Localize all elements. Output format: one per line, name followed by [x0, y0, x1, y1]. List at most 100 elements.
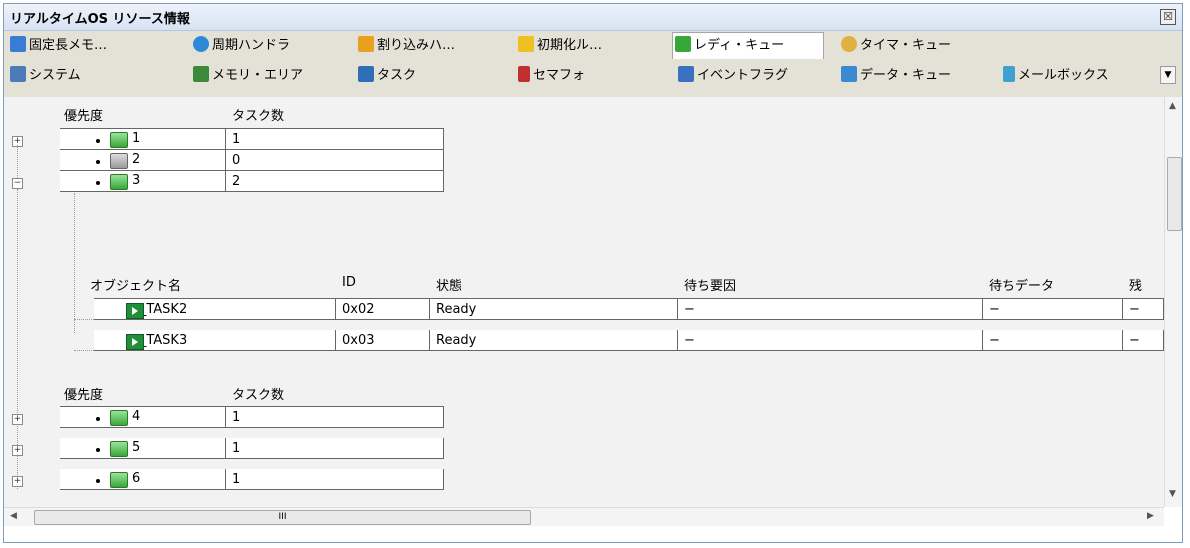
tab-mailbox[interactable]: メールボックス — [1001, 63, 1109, 89]
tab-label: 初期化ル… — [537, 38, 603, 53]
task-remaining-cell: − — [1123, 299, 1164, 320]
tree-line — [17, 189, 18, 489]
column-header-priority: 優先度 — [64, 109, 104, 124]
tab-label: メモリ・エリア — [212, 68, 304, 83]
tab-eventflag[interactable]: イベントフラグ — [676, 63, 788, 89]
task-id-cell: 0x02 — [336, 299, 430, 320]
tab-task[interactable]: タスク — [356, 63, 416, 89]
bullet-icon — [96, 479, 100, 483]
priority-value: 3 — [132, 173, 141, 188]
cyclic-handler-icon — [193, 36, 209, 52]
scroll-up-icon[interactable]: ▲ — [1169, 101, 1176, 111]
bullet-icon — [96, 139, 100, 143]
bullet-icon — [96, 160, 100, 164]
column-header-task-count: タスク数 — [232, 109, 285, 124]
collapse-icon[interactable]: − — [12, 178, 23, 189]
memory-area-icon — [193, 66, 209, 82]
tab-interrupt-handler[interactable]: 割り込みハ… — [356, 33, 455, 59]
tab-label: タイマ・キュー — [860, 38, 952, 53]
task-count-cell: 1 — [226, 438, 444, 459]
priority-value: 5 — [132, 440, 141, 455]
data-queue-icon — [841, 66, 857, 82]
scroll-down-icon[interactable]: ▼ — [1169, 489, 1176, 499]
task-count-cell: 1 — [226, 129, 444, 150]
tab-timer-queue[interactable]: タイマ・キュー — [839, 33, 951, 59]
system-icon — [10, 66, 26, 82]
task-wait-data-cell: − — [983, 330, 1123, 351]
tab-label: 割り込みハ… — [377, 38, 456, 53]
bullet-icon — [96, 448, 100, 452]
column-header-priority: 優先度 — [64, 388, 104, 403]
tab-label: 周期ハンドラ — [212, 38, 291, 53]
tab-label: イベントフラグ — [697, 68, 789, 83]
memory-icon — [10, 36, 26, 52]
horizontal-scroll-thumb[interactable]: III — [34, 510, 531, 525]
column-header-wait-factor: 待ち要因 — [684, 279, 737, 294]
bullet-icon — [96, 417, 100, 421]
table-row-priority-cell[interactable] — [60, 407, 226, 428]
tab-strip: 固定長メモ… 周期ハンドラ 割り込みハ… 初期化ル… レディ・キュー タイマ・キ… — [4, 31, 1182, 97]
ready-task-icon — [110, 441, 128, 457]
horizontal-scrollbar[interactable]: ◀ III ▶ — [4, 507, 1164, 526]
vertical-scroll-thumb[interactable] — [1167, 157, 1182, 231]
task-run-icon — [126, 303, 144, 319]
eventflag-icon — [678, 66, 694, 82]
priority-value: 1 — [132, 131, 141, 146]
tab-label: メールボックス — [1018, 68, 1109, 83]
task-wait-data-cell: − — [983, 299, 1123, 320]
expand-icon[interactable]: + — [12, 445, 23, 456]
task-count-cell: 1 — [226, 469, 444, 490]
tab-label: 固定長メモ… — [29, 38, 108, 53]
tab-memory-area[interactable]: メモリ・エリア — [191, 63, 303, 89]
table-row-priority-cell[interactable] — [60, 438, 226, 459]
task-state-cell: Ready — [430, 330, 678, 351]
table-row-priority-cell[interactable] — [60, 150, 226, 171]
column-header-remaining: 残 — [1129, 279, 1143, 294]
table-row-priority-cell[interactable] — [60, 469, 226, 490]
task-count-cell: 1 — [226, 407, 444, 428]
column-header-object-name: オブジェクト名 — [90, 279, 182, 294]
table-row-priority-cell[interactable] — [60, 171, 226, 192]
scroll-right-icon[interactable]: ▶ — [1147, 511, 1154, 521]
priority-value: 2 — [132, 152, 141, 167]
rtos-resource-window: リアルタイムOS リソース情報 ☒ 固定長メモ… 周期ハンドラ 割り込みハ… 初… — [3, 3, 1183, 543]
task-count-cell: 0 — [226, 150, 444, 171]
priority-value: 4 — [132, 409, 141, 424]
vertical-scrollbar[interactable]: ▲ ▼ — [1164, 97, 1182, 507]
interrupt-icon — [358, 36, 374, 52]
semaphore-icon — [518, 66, 530, 82]
close-icon[interactable]: ☒ — [1160, 9, 1176, 25]
tab-fixed-memory[interactable]: 固定長メモ… — [8, 33, 107, 59]
timer-queue-icon — [841, 36, 857, 52]
tab-ready-queue[interactable]: レディ・キュー — [672, 32, 824, 59]
column-header-task-count: タスク数 — [232, 388, 285, 403]
tree-line — [74, 319, 94, 320]
tab-label: タスク — [377, 68, 417, 83]
init-routine-icon — [518, 36, 534, 52]
scroll-left-icon[interactable]: ◀ — [10, 511, 17, 521]
task-wait-factor-cell: − — [678, 330, 983, 351]
column-header-state: 状態 — [436, 279, 463, 294]
title-bar: リアルタイムOS リソース情報 ☒ — [4, 4, 1182, 31]
tree-line — [17, 145, 18, 178]
mailbox-icon — [1003, 66, 1015, 82]
window-title: リアルタイムOS リソース情報 — [10, 12, 190, 27]
bullet-icon — [96, 181, 100, 185]
tab-system[interactable]: システム — [8, 63, 81, 89]
tree-line — [74, 193, 75, 333]
expand-icon[interactable]: + — [12, 414, 23, 425]
tab-init-routine[interactable]: 初期化ル… — [516, 33, 602, 59]
ready-queue-tree: 優先度 タスク数 + 1 1 2 0 − 3 2 オブジェクト名 ID 状態 待… — [4, 97, 1164, 507]
tab-label: データ・キュー — [860, 68, 952, 83]
expand-icon[interactable]: + — [12, 476, 23, 487]
tab-data-queue[interactable]: データ・キュー — [839, 63, 951, 89]
ready-task-icon — [110, 174, 128, 190]
tab-semaphore[interactable]: セマフォ — [516, 63, 585, 89]
tab-cyclic-handler[interactable]: 周期ハンドラ — [191, 33, 290, 59]
tab-overflow-chevron-down-icon[interactable]: ▼ — [1160, 66, 1176, 84]
priority-value: 6 — [132, 471, 141, 486]
task-icon — [358, 66, 374, 82]
task-wait-factor-cell: − — [678, 299, 983, 320]
table-row-priority-cell[interactable] — [60, 129, 226, 150]
tree-line — [74, 350, 94, 351]
